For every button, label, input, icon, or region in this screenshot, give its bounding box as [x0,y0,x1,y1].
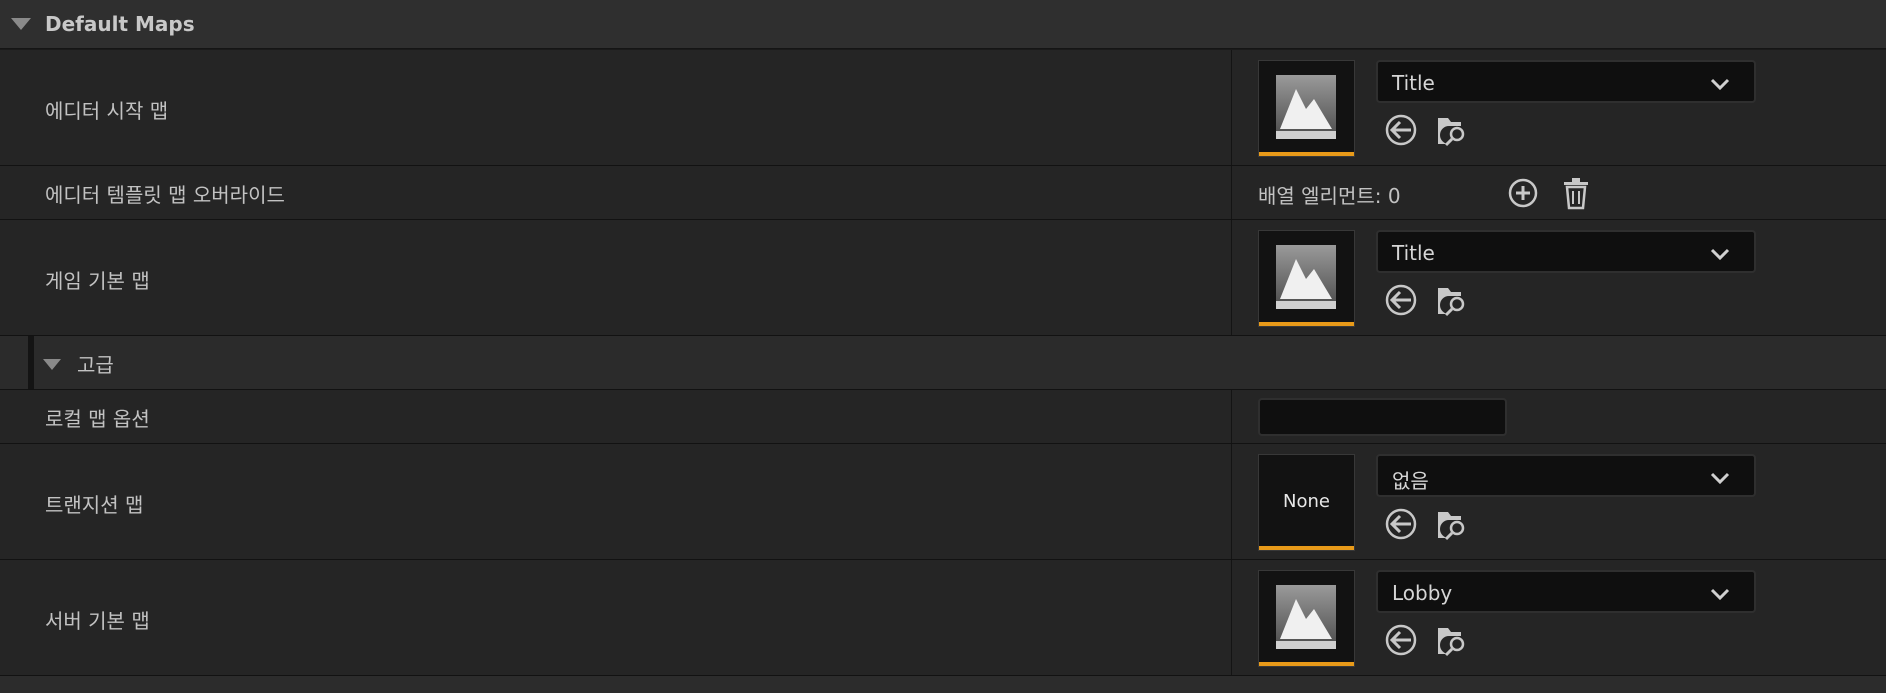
thumbnail-none-text: None [1283,491,1330,512]
browse-folder-icon[interactable] [1435,622,1471,658]
asset-type-color-bar [1259,322,1354,326]
details-panel: Default Maps 에디터 시작 맵 Title 에디터 템플릿 맵 오버… [0,0,1886,693]
column-divider[interactable] [1231,444,1232,559]
next-section-header[interactable] [0,676,1886,693]
property-label: 서버 기본 맵 [45,609,150,633]
row-editor-template-override: 에디터 템플릿 맵 오버라이드 배열 엘리먼트: 0 [0,166,1886,220]
map-thumbnail[interactable] [1258,570,1355,667]
property-label: 로컬 맵 옵션 [45,407,150,431]
section-title: Default Maps [45,12,195,36]
chevron-down-icon [1710,75,1730,94]
map-thumbnail[interactable]: None [1258,454,1355,551]
row-editor-startup-map: 에디터 시작 맵 Title [0,50,1886,166]
use-selected-arrow-icon[interactable] [1383,112,1419,148]
trash-icon[interactable] [1558,175,1594,211]
column-divider[interactable] [1231,50,1232,165]
dropdown-value: Title [1392,71,1435,95]
map-asset-dropdown[interactable]: Lobby [1376,570,1756,613]
asset-type-color-bar [1259,152,1354,156]
column-divider[interactable] [1231,166,1232,219]
chevron-down-icon [1710,585,1730,604]
collapse-triangle-icon[interactable] [10,16,32,35]
indent-bar [28,336,34,389]
asset-type-color-bar [1259,546,1354,550]
subcategory-label: 고급 [77,353,114,377]
dropdown-value: Lobby [1392,581,1453,605]
property-label: 트랜지션 맵 [45,493,144,517]
map-thumbnail-icon [1276,75,1336,143]
browse-folder-icon[interactable] [1435,506,1471,542]
row-transition-map: 트랜지션 맵 None 없음 [0,444,1886,560]
subcategory-advanced[interactable]: 고급 [0,336,1886,390]
column-divider[interactable] [1231,560,1232,675]
array-element-count: 배열 엘리먼트: 0 [1258,184,1401,208]
use-selected-arrow-icon[interactable] [1383,282,1419,318]
use-selected-arrow-icon[interactable] [1383,622,1419,658]
property-label: 게임 기본 맵 [45,269,150,293]
map-thumbnail-icon [1276,245,1336,313]
column-divider[interactable] [1231,390,1232,443]
map-asset-dropdown[interactable]: 없음 [1376,454,1756,497]
column-divider[interactable] [1231,220,1232,335]
use-selected-arrow-icon[interactable] [1383,506,1419,542]
add-element-icon[interactable] [1505,175,1541,211]
dropdown-value: Title [1392,241,1435,265]
map-thumbnail-icon [1276,585,1336,653]
row-local-map-options: 로컬 맵 옵션 [0,390,1886,444]
dropdown-value: 없음 [1392,469,1429,493]
property-label: 에디터 템플릿 맵 오버라이드 [45,183,285,207]
map-thumbnail[interactable] [1258,230,1355,327]
chevron-down-icon [1710,469,1730,488]
section-header-default-maps[interactable]: Default Maps [0,0,1886,49]
asset-type-color-bar [1259,662,1354,666]
property-label: 에디터 시작 맵 [45,99,169,123]
browse-folder-icon[interactable] [1435,282,1471,318]
browse-folder-icon[interactable] [1435,112,1471,148]
chevron-down-icon [1710,245,1730,264]
collapse-triangle-icon[interactable] [42,356,62,375]
row-game-default-map: 게임 기본 맵 Title [0,220,1886,336]
map-thumbnail[interactable] [1258,60,1355,157]
local-map-options-input[interactable] [1258,398,1507,436]
map-asset-dropdown[interactable]: Title [1376,60,1756,103]
row-server-default-map: 서버 기본 맵 Lobby [0,560,1886,676]
map-asset-dropdown[interactable]: Title [1376,230,1756,273]
